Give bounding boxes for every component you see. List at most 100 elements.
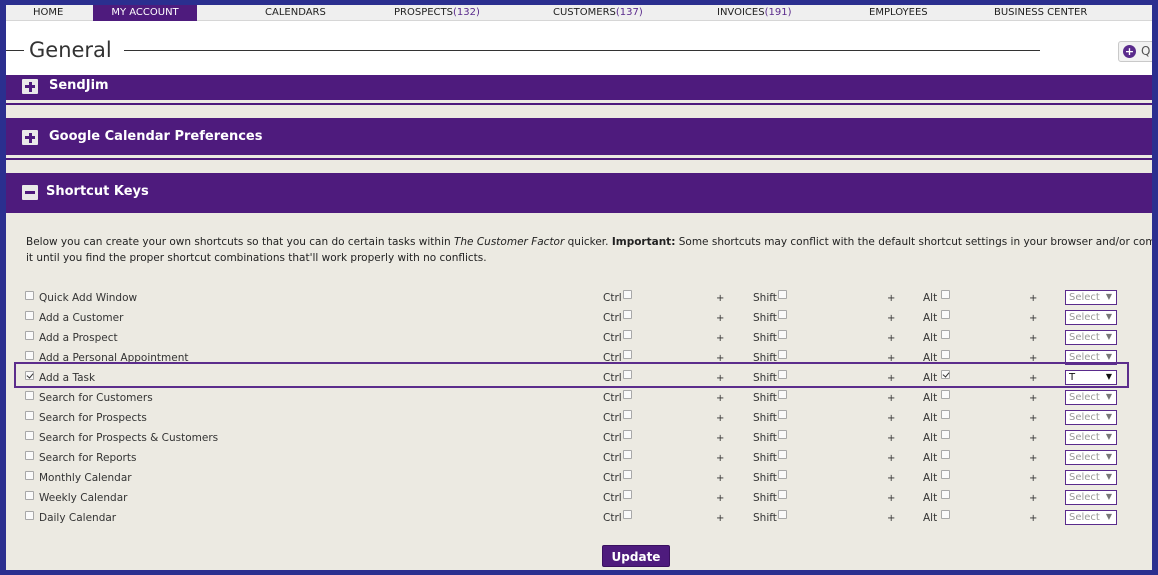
nav-calendars[interactable]: CALENDARS [265,7,326,18]
shift-checkbox[interactable] [778,490,787,499]
key-select[interactable]: Select ▼ [1065,430,1117,445]
section-sendjim[interactable]: SendJim [6,75,1152,100]
alt-checkbox[interactable] [941,350,950,359]
shift-checkbox[interactable] [778,410,787,419]
alt-checkbox[interactable] [941,450,950,459]
shortcut-row: Search for Prospects & Customers Ctrl + Shi… [6,430,1152,450]
shortcut-enable-checkbox[interactable] [25,391,34,400]
alt-label: Alt [923,352,938,364]
ctrl-checkbox[interactable] [623,330,632,339]
shortcut-enable-checkbox[interactable] [25,471,34,480]
key-select[interactable]: Select ▼ [1065,330,1117,345]
alt-checkbox[interactable] [941,330,950,339]
key-select[interactable]: Select ▼ [1065,410,1117,425]
key-select[interactable]: T ▼ [1065,370,1117,385]
shortcut-enable-checkbox[interactable] [25,411,34,420]
plus-sign: + [1029,473,1038,484]
shortcut-enable-checkbox[interactable] [25,511,34,520]
shift-checkbox[interactable] [778,450,787,459]
chevron-down-icon: ▼ [1105,312,1112,321]
alt-checkbox[interactable] [941,430,950,439]
shift-checkbox[interactable] [778,470,787,479]
nav-home[interactable]: HOME [33,7,63,18]
key-select-value: Select [1069,492,1100,503]
shift-checkbox[interactable] [778,510,787,519]
chevron-down-icon: ▼ [1105,372,1112,381]
expand-icon[interactable] [22,79,38,94]
key-select[interactable]: Select ▼ [1065,510,1117,525]
shortcut-enable-checkbox[interactable] [25,371,34,380]
alt-label: Alt [923,332,938,344]
ctrl-label: Ctrl [603,432,622,444]
alt-checkbox[interactable] [941,410,950,419]
alt-checkbox[interactable] [941,490,950,499]
ctrl-label: Ctrl [603,392,622,404]
shortcut-enable-checkbox[interactable] [25,351,34,360]
plus-sign: + [887,513,896,524]
shift-label: Shift [753,492,777,504]
alt-checkbox[interactable] [941,290,950,299]
section-google-calendar[interactable]: Google Calendar Preferences [6,118,1152,155]
update-button[interactable]: Update [602,545,670,567]
key-select[interactable]: Select ▼ [1065,490,1117,505]
key-select[interactable]: Select ▼ [1065,310,1117,325]
shortcut-enable-checkbox[interactable] [25,291,34,300]
key-select[interactable]: Select ▼ [1065,290,1117,305]
shortcut-enable-checkbox[interactable] [25,491,34,500]
collapse-icon[interactable] [22,185,38,200]
alt-checkbox[interactable] [941,390,950,399]
shortcut-row: Search for Prospects Ctrl + Shift + Alt + Selec… [6,410,1152,430]
ctrl-checkbox[interactable] [623,490,632,499]
alt-checkbox[interactable] [941,510,950,519]
shift-label: Shift [753,512,777,524]
nav-prospects-label: PROSPECTS [394,7,453,18]
shortcut-label: Add a Personal Appointment [39,352,189,364]
shift-checkbox[interactable] [778,350,787,359]
ctrl-checkbox[interactable] [623,290,632,299]
ctrl-checkbox[interactable] [623,310,632,319]
nav-invoices[interactable]: INVOICES(191) [717,7,791,18]
ctrl-checkbox[interactable] [623,370,632,379]
shift-checkbox[interactable] [778,370,787,379]
key-select[interactable]: Select ▼ [1065,470,1117,485]
ctrl-checkbox[interactable] [623,390,632,399]
ctrl-checkbox[interactable] [623,450,632,459]
ctrl-checkbox[interactable] [623,510,632,519]
nav-customers-count: (137) [615,7,643,18]
chevron-down-icon: ▼ [1105,492,1112,501]
plus-sign: + [1029,373,1038,384]
shift-checkbox[interactable] [778,390,787,399]
nav-customers[interactable]: CUSTOMERS(137) [553,7,643,18]
shortcut-enable-checkbox[interactable] [25,331,34,340]
ctrl-checkbox[interactable] [623,410,632,419]
plus-sign: + [716,413,725,424]
shortcut-enable-checkbox[interactable] [25,451,34,460]
chevron-down-icon: ▼ [1105,352,1112,361]
quick-add-button[interactable]: + Q [1118,41,1152,62]
shift-checkbox[interactable] [778,310,787,319]
ctrl-checkbox[interactable] [623,470,632,479]
ctrl-checkbox[interactable] [623,430,632,439]
plus-sign: + [887,333,896,344]
alt-checkbox[interactable] [941,470,950,479]
header-rule-left [6,50,24,51]
key-select[interactable]: Select ▼ [1065,450,1117,465]
shift-checkbox[interactable] [778,290,787,299]
key-select[interactable]: Select ▼ [1065,350,1117,365]
plus-sign: + [887,293,896,304]
alt-checkbox[interactable] [941,310,950,319]
plus-sign: + [716,353,725,364]
key-select[interactable]: Select ▼ [1065,390,1117,405]
section-shortcut-keys[interactable]: Shortcut Keys [6,173,1152,213]
expand-icon[interactable] [22,130,38,145]
ctrl-checkbox[interactable] [623,350,632,359]
shift-checkbox[interactable] [778,430,787,439]
nav-employees[interactable]: EMPLOYEES [869,7,928,18]
shortcut-enable-checkbox[interactable] [25,431,34,440]
nav-business-center[interactable]: BUSINESS CENTER [994,7,1087,18]
shortcut-enable-checkbox[interactable] [25,311,34,320]
nav-prospects[interactable]: PROSPECTS(132) [394,7,480,18]
alt-checkbox[interactable] [941,370,950,379]
shift-checkbox[interactable] [778,330,787,339]
plus-sign: + [887,313,896,324]
